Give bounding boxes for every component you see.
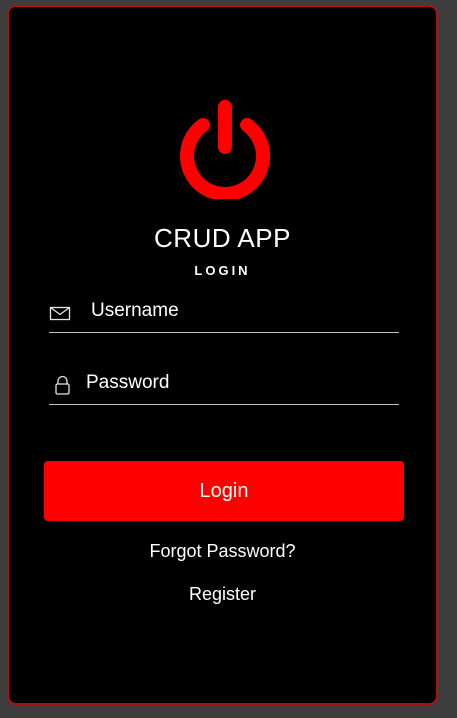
register-link[interactable]: Register [9, 584, 436, 605]
login-card: CRUD APP LOGIN Login Forgot Password? Re… [7, 5, 438, 705]
login-subtitle: LOGIN [194, 263, 251, 278]
forgot-password-link[interactable]: Forgot Password? [9, 541, 436, 562]
lock-icon [55, 375, 70, 395]
app-title: CRUD APP [154, 223, 291, 253]
password-field [49, 365, 399, 405]
power-icon [180, 100, 270, 199]
login-button[interactable]: Login [44, 461, 404, 521]
username-field [49, 293, 399, 333]
password-input[interactable] [86, 365, 386, 401]
envelope-icon [49, 306, 71, 321]
username-input[interactable] [91, 293, 391, 329]
